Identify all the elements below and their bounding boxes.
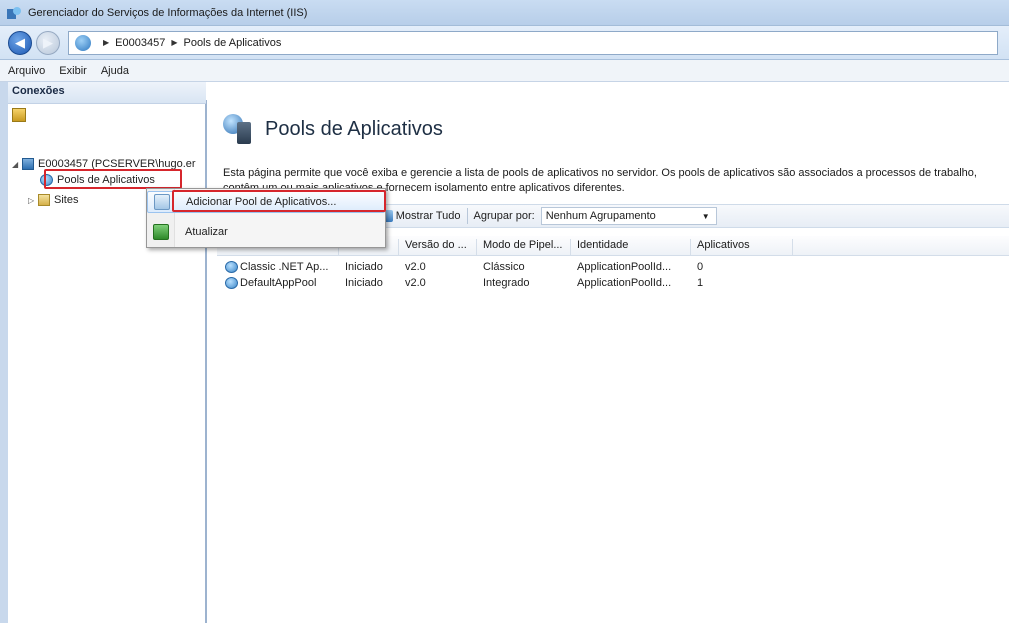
folder-up-icon[interactable] bbox=[12, 108, 26, 122]
group-by-value: Nenhum Agrupamento bbox=[545, 210, 656, 222]
title-bar: Gerenciador do Serviços de Informações d… bbox=[0, 0, 1009, 26]
cell-apps: 0 bbox=[697, 261, 704, 273]
arrow-right-icon: ▶ bbox=[43, 34, 53, 50]
globe-icon bbox=[75, 34, 91, 51]
cell-version: v2.0 bbox=[405, 277, 426, 289]
breadcrumb-pools[interactable]: Pools de Aplicativos bbox=[183, 37, 281, 49]
cell-version: v2.0 bbox=[405, 261, 426, 273]
menu-item-refresh-label: Atualizar bbox=[185, 226, 228, 238]
refresh-icon bbox=[153, 224, 169, 240]
column-header-pipeline[interactable]: Modo de Pipel... bbox=[479, 239, 571, 255]
add-app-pool-icon bbox=[154, 194, 170, 210]
cell-name: DefaultAppPool bbox=[221, 277, 317, 290]
page-description-line1: Esta página permite que você exiba e ger… bbox=[223, 167, 977, 179]
table-row[interactable]: DefaultAppPool Iniciado v2.0 Integrado A… bbox=[217, 276, 1009, 292]
chevron-right-icon: ▶ bbox=[103, 38, 110, 47]
column-header-version[interactable]: Versão do ... bbox=[401, 239, 477, 255]
menu-item-refresh[interactable]: Atualizar bbox=[147, 221, 385, 243]
breadcrumb[interactable]: ▶ E0003457 ▶ Pools de Aplicativos bbox=[68, 30, 998, 55]
address-bar: ◀ ▶ ▶ E0003457 ▶ Pools de Aplicativos bbox=[0, 26, 1009, 60]
cell-status: Iniciado bbox=[345, 261, 383, 273]
main-top-strip bbox=[206, 82, 1009, 100]
menu-help[interactable]: Ajuda bbox=[101, 65, 129, 77]
column-header-apps[interactable]: Aplicativos bbox=[693, 239, 793, 255]
cell-pipeline: Clássico bbox=[483, 261, 525, 273]
cell-identity: ApplicationPoolId... bbox=[577, 261, 672, 273]
connections-panel: Conexões ◢ E0003457 (PCSERVER\hugo.er Po… bbox=[8, 82, 206, 623]
menu-file[interactable]: Arquivo bbox=[8, 65, 45, 77]
group-by-select[interactable]: Nenhum Agrupamento ▼ bbox=[540, 207, 717, 225]
menu-view[interactable]: Exibir bbox=[59, 65, 87, 77]
cell-pipeline: Integrado bbox=[483, 277, 530, 289]
tree-item-sites[interactable]: ▷ Sites bbox=[28, 192, 78, 208]
highlight-pools bbox=[44, 169, 182, 189]
page-title: Pools de Aplicativos bbox=[265, 118, 443, 140]
app-pools-icon bbox=[223, 114, 253, 144]
iis-app-icon bbox=[6, 6, 22, 20]
cell-identity: ApplicationPoolId... bbox=[577, 277, 672, 289]
app-pool-icon bbox=[225, 277, 238, 290]
cell-status: Iniciado bbox=[345, 277, 383, 289]
cell-apps: 1 bbox=[697, 277, 704, 289]
collapse-arrow-icon[interactable]: ◢ bbox=[12, 160, 22, 169]
left-frame-edge bbox=[0, 82, 8, 623]
show-all-button[interactable]: Mostrar Tudo bbox=[396, 210, 461, 222]
back-button[interactable]: ◀ bbox=[8, 30, 32, 55]
connections-tree: ◢ E0003457 (PCSERVER\hugo.er Pools de Ap… bbox=[8, 100, 205, 206]
expand-arrow-icon[interactable]: ▷ bbox=[28, 196, 38, 205]
forward-button[interactable]: ▶ bbox=[36, 30, 60, 55]
breadcrumb-server[interactable]: E0003457 bbox=[115, 37, 165, 49]
column-header-identity[interactable]: Identidade bbox=[573, 239, 691, 255]
cell-name: Classic .NET Ap... bbox=[221, 261, 329, 274]
connections-toolbar bbox=[8, 106, 30, 124]
dropdown-arrow-icon: ▼ bbox=[701, 211, 710, 221]
menu-bar: Arquivo Exibir Ajuda bbox=[0, 60, 1009, 82]
main-content: Pools de Aplicativos Esta página permite… bbox=[206, 100, 1009, 623]
cell-name-text: DefaultAppPool bbox=[240, 277, 317, 289]
app-pool-icon bbox=[225, 261, 238, 274]
sites-folder-icon bbox=[38, 194, 50, 206]
cell-name-text: Classic .NET Ap... bbox=[240, 261, 329, 273]
toolbar-separator bbox=[466, 208, 468, 224]
table-row[interactable]: Classic .NET Ap... Iniciado v2.0 Clássic… bbox=[217, 260, 1009, 276]
server-icon bbox=[22, 158, 34, 170]
chevron-right-icon: ▶ bbox=[171, 38, 178, 47]
arrow-left-icon: ◀ bbox=[15, 34, 25, 50]
highlight-add-app-pool bbox=[172, 190, 386, 212]
group-by-label: Agrupar por: bbox=[473, 210, 535, 222]
tree-item-sites-label: Sites bbox=[54, 194, 79, 206]
window-title: Gerenciador do Serviços de Informações d… bbox=[28, 6, 308, 19]
